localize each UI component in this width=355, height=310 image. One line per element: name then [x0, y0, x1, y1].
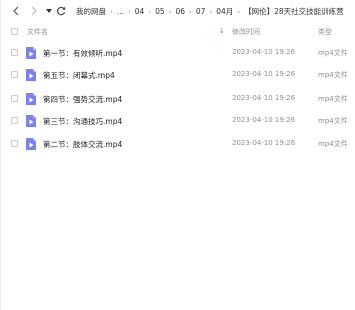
file-type: mp4文件 — [318, 95, 348, 103]
chevron-left-icon — [13, 6, 19, 16]
refresh-button[interactable] — [55, 5, 67, 17]
file-type: mp4文件 — [318, 140, 348, 148]
video-file-icon — [26, 69, 36, 81]
breadcrumb-item-04[interactable]: 04 — [135, 7, 145, 16]
row-checkbox[interactable] — [11, 49, 18, 56]
row-checkbox[interactable] — [11, 95, 18, 102]
file-type: mp4文件 — [318, 71, 348, 79]
file-name[interactable]: 第四节：强势交流.mp4 — [43, 94, 122, 105]
breadcrumb-item-my-drive[interactable]: 我的网盘 — [76, 6, 106, 17]
file-name[interactable]: 第二节：肢体交流.mp4 — [43, 139, 122, 150]
breadcrumb-separator: › — [148, 7, 152, 16]
caret-down-icon — [46, 9, 52, 13]
column-header-type[interactable]: 类型 — [318, 27, 332, 37]
breadcrumb-item-april[interactable]: 04月 — [216, 6, 233, 17]
file-modified: 2023-04-10 19:26 — [232, 94, 296, 102]
file-browser-window: 我的网盘 › ... › 04 › 05 › 06 › 07 › 04月 › 【… — [0, 0, 355, 310]
file-row[interactable]: 第二节：肢体交流.mp4 2023-04-10 19:26 mp4文件 — [1, 133, 355, 155]
file-row[interactable]: 第四节：强势交流.mp4 2023-04-10 19:26 mp4文件 — [1, 88, 355, 110]
file-modified: 2023-04-10 19:26 — [232, 116, 296, 124]
breadcrumb-item-current-folder[interactable]: 【网伦】28天社交技能训练营 — [244, 6, 344, 17]
row-checkbox[interactable] — [11, 117, 18, 124]
column-header-modified[interactable]: 修改时间 — [232, 27, 260, 37]
sort-arrow-icon[interactable]: ↓ — [219, 27, 225, 35]
breadcrumb-separator: › — [189, 7, 192, 16]
file-name[interactable]: 第五节：闭幕式.mp4 — [43, 70, 115, 81]
chevron-right-icon — [31, 6, 37, 16]
history-dropdown-button[interactable] — [43, 5, 55, 17]
breadcrumb-item-06[interactable]: 06 — [176, 7, 186, 16]
toolbar: 我的网盘 › ... › 04 › 05 › 06 › 07 › 04月 › 【… — [1, 0, 355, 23]
refresh-icon — [57, 6, 66, 16]
breadcrumb-separator: › — [209, 7, 213, 16]
breadcrumb-separator: › — [127, 7, 131, 16]
file-modified: 2023-04-10 19:26 — [232, 70, 296, 78]
file-type: mp4文件 — [318, 49, 348, 57]
breadcrumb: 我的网盘 › ... › 04 › 05 › 06 › 07 › 04月 › 【… — [76, 5, 355, 18]
breadcrumb-item-05[interactable]: 05 — [155, 7, 165, 16]
breadcrumb-item-07[interactable]: 07 — [196, 7, 206, 16]
column-header-name[interactable]: 文件名 — [27, 27, 48, 37]
column-header-row: 文件名 ↓ 修改时间 类型 — [1, 23, 355, 40]
breadcrumb-separator: › — [168, 7, 172, 16]
file-row[interactable]: 第三节：沟通技巧.mp4 2023-04-10 19:26 mp4文件 — [1, 110, 355, 132]
video-file-icon — [26, 47, 36, 59]
file-row[interactable]: 第五节：闭幕式.mp4 2023-04-10 19:26 mp4文件 — [1, 64, 355, 86]
back-button[interactable] — [10, 5, 22, 17]
breadcrumb-separator: › — [237, 7, 241, 16]
file-modified: 2023-04-10 19:26 — [232, 139, 296, 147]
file-name[interactable]: 第一节：有效倾听.mp4 — [43, 48, 122, 59]
video-file-icon — [26, 115, 36, 127]
file-row[interactable]: 第一节：有效倾听.mp4 2023-04-10 19:26 mp4文件 — [1, 42, 355, 64]
file-modified: 2023-04-10 19:26 — [232, 48, 296, 56]
row-checkbox[interactable] — [11, 140, 18, 147]
video-file-icon — [26, 138, 36, 150]
breadcrumb-item-ellipsis[interactable]: ... — [117, 7, 124, 16]
forward-button[interactable] — [28, 5, 40, 17]
row-checkbox[interactable] — [11, 71, 18, 78]
breadcrumb-separator: › — [110, 7, 113, 16]
file-type: mp4文件 — [318, 117, 348, 125]
file-name[interactable]: 第三节：沟通技巧.mp4 — [43, 116, 122, 127]
video-file-icon — [26, 93, 36, 105]
select-all-checkbox[interactable] — [11, 28, 18, 35]
